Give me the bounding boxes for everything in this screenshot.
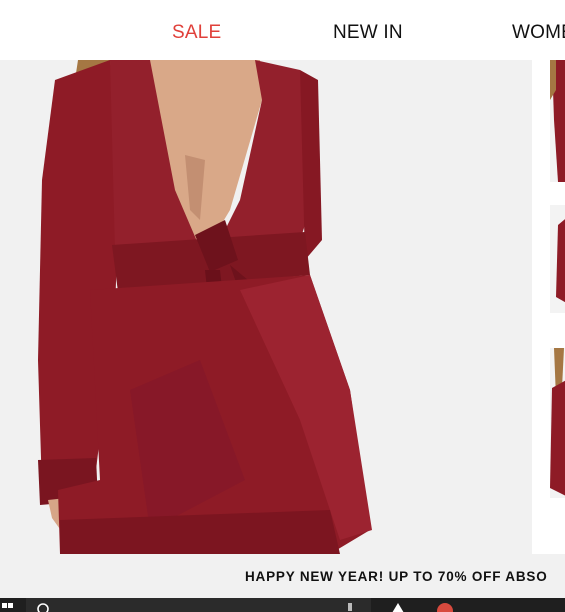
edge-icon[interactable]: [390, 600, 406, 612]
nav-item-women[interactable]: WOME: [512, 22, 565, 44]
thumbnail-strip: [532, 60, 565, 554]
chrome-icon[interactable]: [436, 600, 454, 612]
product-gallery: [0, 60, 565, 554]
top-navigation: SALE NEW IN WOME: [0, 0, 565, 61]
thumbnail-2-image: [550, 205, 565, 313]
nav-item-sale[interactable]: SALE: [172, 22, 221, 44]
search-icon: [36, 600, 50, 612]
dress-photo: [0, 60, 532, 554]
taskbar-search-box[interactable]: [26, 598, 371, 612]
thumbnail-2[interactable]: [550, 205, 565, 313]
thumbnail-3-image: [550, 348, 565, 498]
windows-start-icon[interactable]: [2, 600, 16, 612]
thumbnail-3[interactable]: [550, 348, 565, 498]
promo-text: HAPPY NEW YEAR! UP TO 70% OFF ABSO: [245, 569, 548, 584]
nav-item-new-in[interactable]: NEW IN: [333, 22, 403, 44]
taskbar: [0, 598, 565, 612]
main-product-image[interactable]: [0, 60, 532, 554]
promo-banner[interactable]: HAPPY NEW YEAR! UP TO 70% OFF ABSO: [0, 554, 565, 598]
thumbnail-1-image: [550, 60, 565, 182]
microphone-icon[interactable]: [346, 600, 354, 612]
thumbnail-1[interactable]: [550, 60, 565, 182]
